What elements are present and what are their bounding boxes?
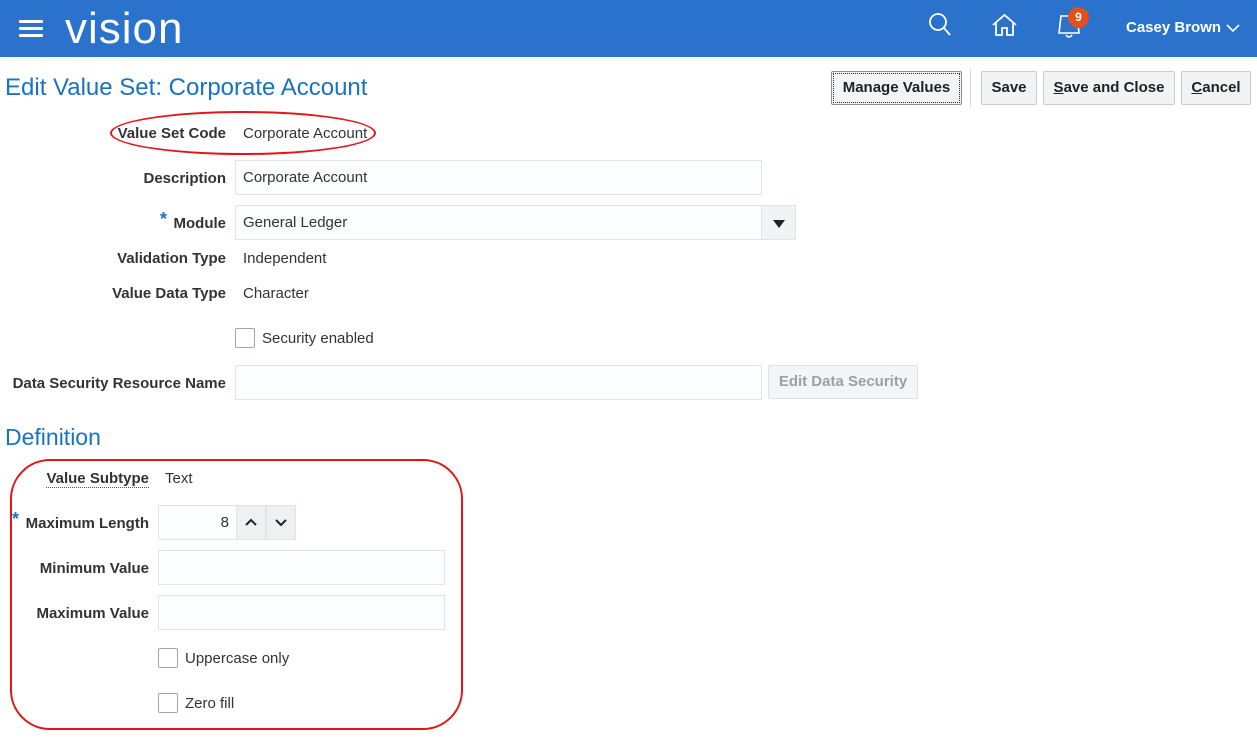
maximum-length-field[interactable]: 8 <box>158 505 237 540</box>
description-label: Description <box>143 170 226 187</box>
decrement-button[interactable] <box>266 505 296 540</box>
module-select[interactable]: General Ledger <box>235 205 762 240</box>
minimum-value-label: Minimum Value <box>39 560 149 577</box>
required-indicator: * <box>12 509 20 529</box>
data-security-resource-field[interactable] <box>235 365 762 400</box>
annotation-ellipse <box>110 111 376 155</box>
maximum-value-label: Maximum Value <box>36 605 149 622</box>
cancel-button[interactable]: Cancel <box>1181 71 1251 105</box>
toolbar-divider <box>970 69 971 107</box>
description-field[interactable]: Corporate Account <box>235 160 762 195</box>
value-subtype-value: Text <box>165 470 193 487</box>
app-logo[interactable]: vision <box>65 4 184 54</box>
security-enabled-checkbox[interactable] <box>235 328 255 348</box>
save-and-close-button[interactable]: Save and Close <box>1043 71 1175 105</box>
chevron-down-icon[interactable] <box>1226 24 1240 33</box>
value-subtype-label-text: Value Subtype <box>46 470 149 488</box>
uppercase-only-label: Uppercase only <box>185 650 290 667</box>
validation-type-value: Independent <box>243 250 327 267</box>
validation-type-label: Validation Type <box>117 250 226 267</box>
manage-values-button[interactable]: Manage Values <box>831 71 962 105</box>
save-button[interactable]: Save <box>981 71 1037 105</box>
home-icon[interactable] <box>991 13 1018 37</box>
increment-button[interactable] <box>236 505 266 540</box>
required-indicator: * <box>160 209 168 229</box>
zero-fill-checkbox[interactable] <box>158 693 178 713</box>
edit-data-security-button[interactable]: Edit Data Security <box>768 365 918 399</box>
value-subtype-label: Value Subtype <box>46 470 149 488</box>
page-title: Edit Value Set: Corporate Account <box>5 74 368 101</box>
definition-section-title: Definition <box>5 424 101 450</box>
uppercase-only-checkbox[interactable] <box>158 648 178 668</box>
security-enabled-label: Security enabled <box>262 330 374 347</box>
user-menu[interactable]: Casey Brown <box>1126 19 1221 36</box>
zero-fill-label: Zero fill <box>185 695 235 712</box>
value-data-type-label: Value Data Type <box>112 285 226 302</box>
menu-icon[interactable] <box>19 18 43 38</box>
chevron-up-icon <box>245 518 257 526</box>
notification-badge: 9 <box>1068 7 1089 28</box>
module-dropdown-button[interactable] <box>761 205 796 240</box>
chevron-down-icon <box>275 519 287 527</box>
value-data-type-value: Character <box>243 285 309 302</box>
maximum-length-label: Maximum Length <box>25 515 149 532</box>
maximum-value-field[interactable] <box>158 595 445 630</box>
module-label: Module <box>173 215 227 232</box>
search-icon[interactable] <box>928 12 952 38</box>
minimum-value-field[interactable] <box>158 550 445 585</box>
data-security-resource-label: Data Security Resource Name <box>12 375 226 392</box>
top-bar: vision 9 Casey Brown <box>0 0 1257 57</box>
